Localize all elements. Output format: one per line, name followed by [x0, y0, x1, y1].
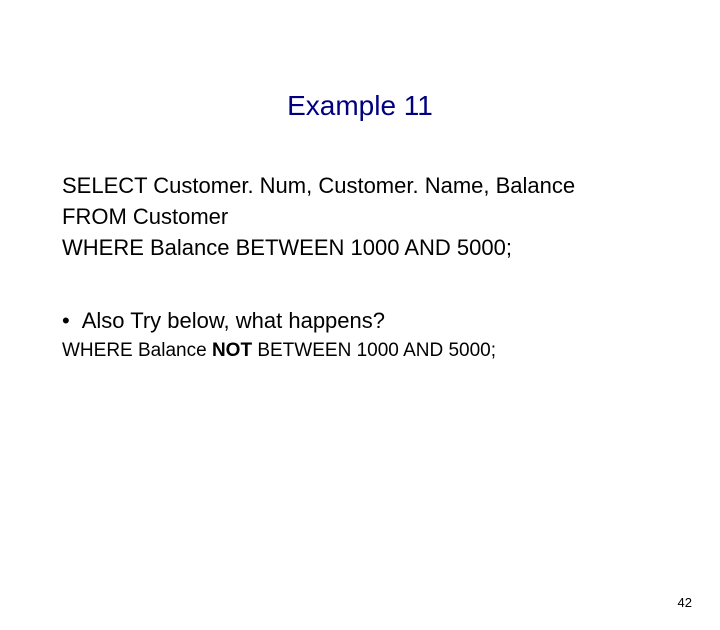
sql-line-where: WHERE Balance BETWEEN 1000 AND 5000;	[62, 232, 720, 263]
note-prefix: WHERE Balance	[62, 340, 212, 361]
sql-query-block: SELECT Customer. Num, Customer. Name, Ba…	[62, 170, 720, 264]
page-number: 42	[678, 595, 692, 610]
sql-note-line: WHERE Balance NOT BETWEEN 1000 AND 5000;	[62, 340, 720, 362]
bullet-text: Also Try below, what happens?	[82, 308, 385, 334]
note-bold: NOT	[212, 340, 252, 361]
sql-line-select: SELECT Customer. Num, Customer. Name, Ba…	[62, 170, 720, 201]
bullet-item: • Also Try below, what happens?	[62, 308, 720, 334]
slide-title: Example 11	[0, 90, 720, 122]
note-suffix: BETWEEN 1000 AND 5000;	[252, 340, 496, 361]
slide: Example 11 SELECT Customer. Num, Custome…	[0, 90, 720, 630]
sql-line-from: FROM Customer	[62, 201, 720, 232]
bullet-marker: •	[62, 308, 70, 334]
